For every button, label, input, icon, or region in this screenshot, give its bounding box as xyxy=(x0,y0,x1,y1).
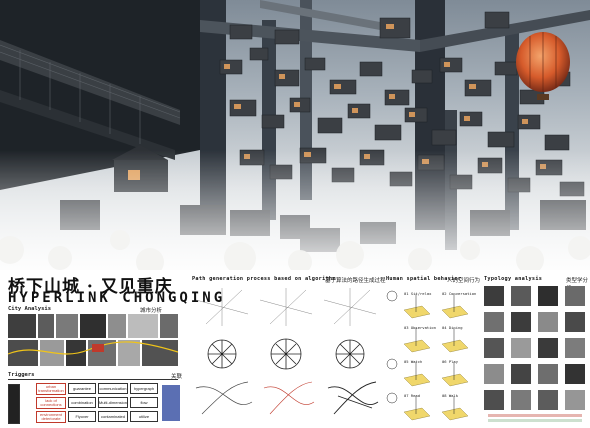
typology-grid xyxy=(484,286,586,424)
trigger-box: utilize xyxy=(130,411,158,422)
trigger-box: guarantee xyxy=(68,383,96,394)
path-section-title: Path generation process based on algorit… xyxy=(192,276,336,282)
behavior-label: 05 Watch xyxy=(404,359,423,364)
behavior-label: 03 Observation xyxy=(404,325,437,330)
behavior-label: 01 Sit/relax xyxy=(404,291,432,296)
behavior-label: 04 Dining xyxy=(442,325,463,330)
trigger-box: flow xyxy=(130,397,158,408)
trigger-box: Flyover xyxy=(68,411,96,422)
trigger-box: contaminated xyxy=(98,411,128,422)
triggers-label: Triggers xyxy=(8,372,35,378)
city-analysis-cn: 城市分析 xyxy=(140,308,163,314)
trigger-box: Multi-dimension xyxy=(98,397,128,408)
behavior-label: 06 Play xyxy=(442,359,459,364)
city-photo-strip xyxy=(7,314,179,366)
trigger-red-box: environment deteriorate xyxy=(36,411,66,423)
behavior-label: 02 Conversation xyxy=(442,291,477,296)
trigger-result-bar xyxy=(162,385,180,421)
behavior-diagram xyxy=(384,284,478,424)
trigger-box: combination xyxy=(68,397,96,408)
city-analysis-label: City Analysis xyxy=(8,306,52,312)
typology-section-title: Typology analysis xyxy=(484,276,543,282)
trigger-red-box: urban transformation xyxy=(36,383,66,395)
path-generation-diagram xyxy=(192,284,380,424)
triggers-side-bar xyxy=(8,384,20,424)
triggers-divider xyxy=(8,379,178,380)
hero-render xyxy=(0,0,590,270)
behavior-label: 07 Read xyxy=(404,393,421,398)
trigger-box: hypergraph xyxy=(130,383,158,394)
trigger-box: communication xyxy=(98,383,128,394)
human-section-cn: 人的空间行为 xyxy=(447,278,481,284)
path-section-cn: 基于算法的路径生成过程 xyxy=(325,278,386,284)
city-render-illustration xyxy=(0,0,590,270)
behavior-label: 08 Walk xyxy=(442,393,459,398)
trigger-red-box: lack of connections xyxy=(36,397,66,409)
